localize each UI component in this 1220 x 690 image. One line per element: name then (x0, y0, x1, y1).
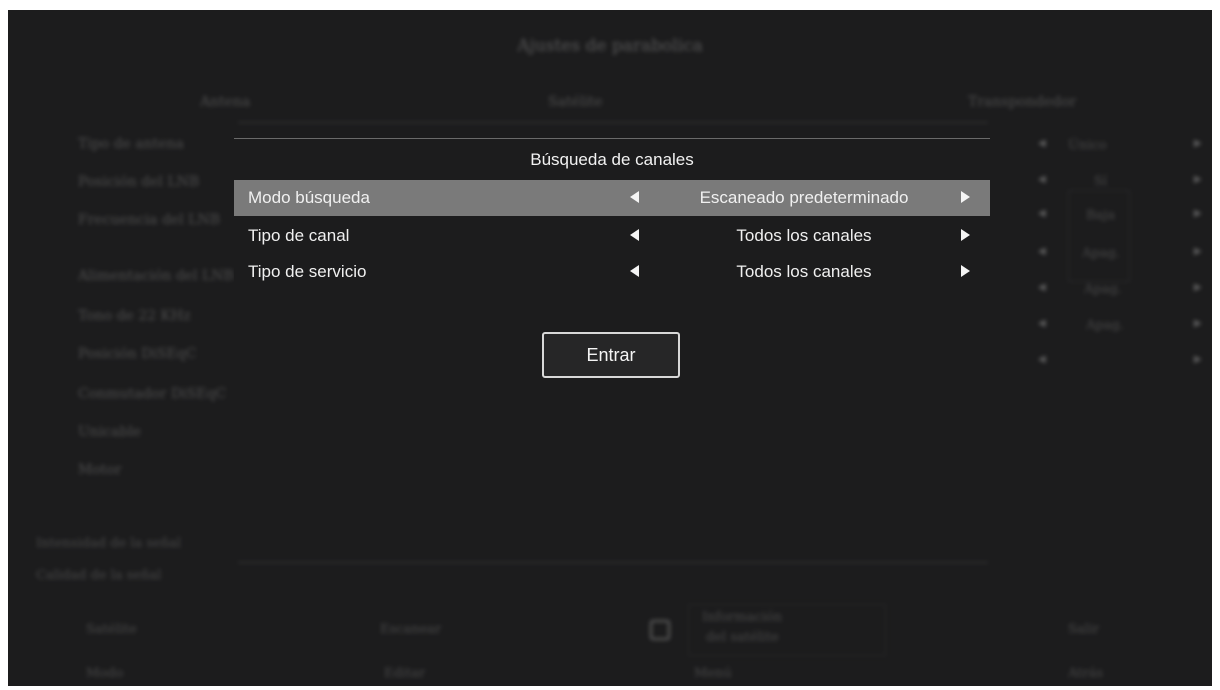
tv-screen: Ajustes de parabolica Antena Satélite Tr… (8, 10, 1212, 686)
right-arrow-icon: ▶ (1194, 282, 1202, 293)
background-value: Apag. (1082, 246, 1120, 261)
left-arrow-icon: ◀ (1038, 174, 1046, 185)
right-arrow-icon: ▶ (1194, 138, 1202, 149)
dialog-top-divider (234, 138, 990, 139)
background-signal-quality: Calidad de la señal (36, 568, 162, 583)
background-footer-label: Editar (384, 666, 426, 681)
background-item: Posición del LNB (78, 174, 200, 190)
right-arrow-icon[interactable] (961, 191, 970, 203)
left-arrow-icon: ◀ (1038, 208, 1046, 219)
background-footer-label: Escanear (380, 622, 442, 637)
channel-search-dialog: Búsqueda de canales Modo búsqueda Escane… (234, 138, 990, 498)
background-header-satellite: Satélite (548, 94, 603, 110)
background-value: Apag. (1084, 282, 1122, 297)
background-footer-label: Salir (1068, 622, 1100, 637)
background-item: Alimentación del LNB (78, 268, 234, 284)
option-label: Tipo de servicio (248, 262, 367, 281)
option-value: Todos los canales (736, 262, 872, 281)
left-arrow-icon: ◀ (1038, 318, 1046, 329)
background-item: Posición DiSEqC (78, 346, 197, 362)
right-arrow-icon: ▶ (1194, 246, 1202, 257)
background-item: Frecuencia del LNB (78, 212, 220, 228)
background-item: Tono de 22 KHz (78, 308, 191, 324)
background-header-antenna: Antena (200, 94, 251, 110)
background-value: Baja (1086, 208, 1116, 223)
option-value: Escaneado predeterminado (699, 188, 909, 207)
right-arrow-icon: ▶ (1194, 318, 1202, 329)
background-footer-label: Información (702, 610, 783, 625)
background-divider (238, 122, 988, 123)
background-footer-label: Modo (86, 666, 124, 681)
option-row-service-type[interactable]: Tipo de servicio Todos los canales (234, 254, 990, 290)
left-arrow-icon[interactable] (630, 191, 639, 203)
background-footer-label: Atrás (1068, 666, 1104, 681)
option-label: Tipo de canal (248, 226, 350, 245)
option-row-channel-type[interactable]: Tipo de canal Todos los canales (234, 218, 990, 254)
right-arrow-icon: ▶ (1194, 354, 1202, 365)
background-item: Unicable (78, 424, 142, 440)
left-arrow-icon[interactable] (630, 265, 639, 277)
background-divider (238, 562, 988, 563)
left-arrow-icon[interactable] (630, 229, 639, 241)
background-item: Conmutador DiSEqC (78, 386, 227, 402)
dialog-title: Búsqueda de canales (530, 150, 694, 169)
option-row-search-mode[interactable]: Modo búsqueda Escaneado predeterminado (234, 180, 990, 216)
background-footer-label: del satélite (706, 630, 779, 645)
right-arrow-icon: ▶ (1194, 208, 1202, 219)
background-footer-label: Menú (694, 666, 732, 681)
background-header-transponder: Transpondedor (968, 94, 1077, 110)
info-icon (650, 620, 670, 640)
enter-button[interactable]: Entrar (542, 332, 680, 378)
option-value: Todos los canales (736, 226, 872, 245)
background-value-box (1068, 190, 1130, 282)
right-arrow-icon[interactable] (961, 229, 970, 241)
background-value: Único (1068, 138, 1107, 153)
background-signal-intensity: Intensidad de la señal (36, 536, 181, 551)
left-arrow-icon: ◀ (1038, 282, 1046, 293)
right-arrow-icon: ▶ (1194, 174, 1202, 185)
right-arrow-icon[interactable] (961, 265, 970, 277)
background-item: Tipo de antena (78, 136, 184, 152)
background-value: Apag. (1086, 318, 1124, 333)
left-arrow-icon: ◀ (1038, 138, 1046, 149)
left-arrow-icon: ◀ (1038, 354, 1046, 365)
background-footer-label: Satélite (86, 622, 137, 637)
background-value: Sí (1094, 174, 1108, 189)
left-arrow-icon: ◀ (1038, 246, 1046, 257)
background-title: Ajustes de parabolica (517, 36, 703, 56)
background-item: Motor (78, 462, 122, 478)
option-label: Modo búsqueda (248, 188, 370, 207)
